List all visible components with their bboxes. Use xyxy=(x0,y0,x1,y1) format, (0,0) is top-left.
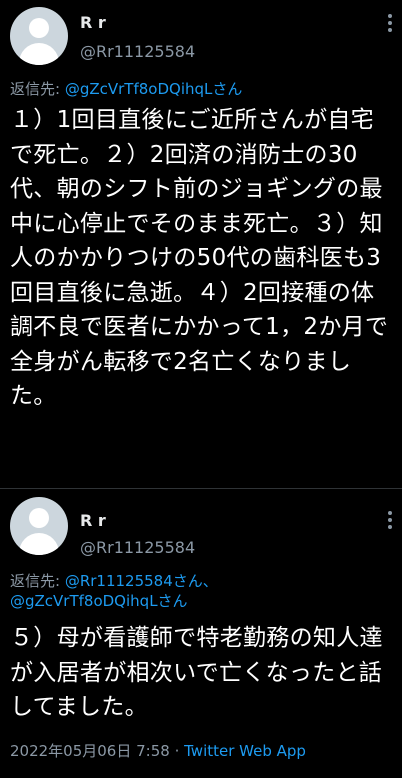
user-handle[interactable]: @Rr11125584 xyxy=(80,538,195,557)
display-name[interactable]: R r xyxy=(80,511,106,530)
more-options-icon[interactable] xyxy=(388,14,392,32)
user-handle[interactable]: @Rr11125584 xyxy=(80,42,195,61)
more-dot xyxy=(388,518,392,522)
replying-to: 返信先: @gZcVrTf8oDQihqLさん xyxy=(10,79,242,99)
tweet-1[interactable]: R r @Rr11125584 返信先: @gZcVrTf8oDQihqLさん … xyxy=(0,0,402,489)
tweet-meta: 2022年05月06日 7:58 · Twitter Web App xyxy=(10,740,306,761)
more-dot xyxy=(388,14,392,18)
mention-link[interactable]: @gZcVrTf8oDQihqLさん xyxy=(65,80,243,98)
default-avatar-head xyxy=(29,508,49,528)
more-dot xyxy=(388,511,392,515)
more-dot xyxy=(388,525,392,529)
replying-to-label: 返信先: xyxy=(10,572,65,590)
meta-separator: · xyxy=(169,742,185,760)
tweet-2[interactable]: R r @Rr11125584 返信先: @Rr11125584さん、 @gZc… xyxy=(0,489,402,778)
default-avatar-head xyxy=(29,18,49,38)
more-options-icon[interactable] xyxy=(388,511,392,529)
replying-to: 返信先: @Rr11125584さん、 @gZcVrTf8oDQihqLさん xyxy=(10,571,400,611)
display-name[interactable]: R r xyxy=(80,13,106,32)
mention-link[interactable]: @Rr11125584さん、 xyxy=(65,572,218,590)
mention-link[interactable]: @gZcVrTf8oDQihqLさん xyxy=(10,592,188,610)
more-dot xyxy=(388,21,392,25)
source-app-link[interactable]: Twitter Web App xyxy=(184,742,306,760)
timestamp[interactable]: 2022年05月06日 7:58 xyxy=(10,742,170,760)
more-dot xyxy=(388,28,392,32)
avatar[interactable] xyxy=(10,497,68,555)
default-avatar-body xyxy=(19,533,59,555)
tweet-text: ５）母が看護師で特老勤務の知人達が入居者が相次いで亡くなったと話してました。 xyxy=(10,625,383,720)
replying-to-label: 返信先: xyxy=(10,80,65,98)
tweet-text: １）1回目直後にご近所さんが自宅で死亡。２）2回済の消防士の30代、朝のシフト前… xyxy=(10,107,389,409)
default-avatar-body xyxy=(19,43,59,65)
avatar[interactable] xyxy=(10,7,68,65)
